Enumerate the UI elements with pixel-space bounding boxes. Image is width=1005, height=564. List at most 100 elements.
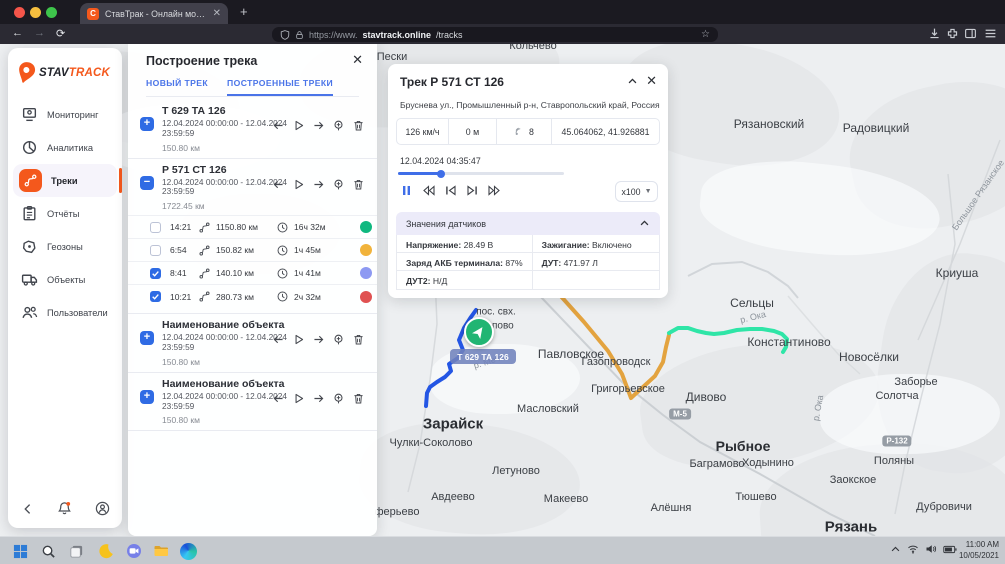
details-close-icon[interactable]: ✕	[646, 73, 657, 89]
sidebar-item-analytics[interactable]: Аналитика	[8, 131, 122, 164]
fast-rewind-button[interactable]	[422, 184, 435, 197]
file-explorer-icon[interactable]	[151, 541, 171, 561]
account-icon[interactable]	[95, 501, 110, 516]
play-icon[interactable]	[292, 119, 305, 132]
expand-toggle-icon[interactable]: +	[140, 117, 154, 131]
track-list-item[interactable]: +Наименование объекта12.04.2024 00:00:00…	[128, 373, 377, 432]
delete-track-icon[interactable]	[352, 392, 365, 405]
slider-knob[interactable]	[437, 170, 445, 178]
pause-button[interactable]	[400, 184, 413, 197]
sidebar-item-users[interactable]: Пользователи	[8, 296, 122, 329]
track-segment-row[interactable]: 6:54150.82 км1ч 45м	[128, 239, 377, 262]
tab-close-icon[interactable]: ✕	[213, 9, 221, 19]
step-forward-icon[interactable]	[312, 119, 325, 132]
panel-close-icon[interactable]: ✕	[352, 52, 363, 68]
playback-slider[interactable]	[398, 172, 564, 175]
step-forward-icon[interactable]	[312, 178, 325, 191]
download-icon[interactable]	[928, 27, 941, 40]
play-icon[interactable]	[292, 392, 305, 405]
expand-toggle-icon[interactable]: +	[140, 331, 154, 345]
step-back-icon[interactable]	[272, 119, 285, 132]
route-icon	[198, 267, 211, 280]
wifi-icon[interactable]	[907, 543, 919, 555]
sensors-chevron-up-icon[interactable]	[639, 218, 650, 229]
notifications-bell-icon[interactable]	[57, 501, 72, 516]
window-minimize-button[interactable]	[30, 7, 41, 18]
track-list: +Т 629 ТА 12612.04.2024 00:00:00 - 12.04…	[128, 100, 377, 431]
segment-checkbox[interactable]	[150, 291, 161, 302]
locate-on-map-icon[interactable]	[332, 178, 345, 191]
step-forward-icon[interactable]	[312, 392, 325, 405]
window-zoom-button[interactable]	[46, 7, 57, 18]
sensors-section-header[interactable]: Значения датчиков	[396, 212, 660, 235]
track-segment-row[interactable]: 14:211150.80 км16ч 32м	[128, 216, 377, 239]
forward-button[interactable]: →	[34, 27, 45, 39]
track-list-item[interactable]: +Т 629 ТА 12612.04.2024 00:00:00 - 12.04…	[128, 100, 377, 159]
sidebar-panel-icon[interactable]	[964, 27, 977, 40]
collapse-chevron-icon[interactable]	[627, 76, 638, 87]
extensions-icon[interactable]	[946, 27, 959, 40]
chat-app-icon[interactable]	[124, 541, 144, 561]
expand-toggle-icon[interactable]: −	[140, 176, 154, 190]
track-segment-row[interactable]: 10:21280.73 км2ч 32м	[128, 285, 377, 308]
collapse-sidebar-icon[interactable]	[20, 502, 34, 516]
step-forward-button[interactable]	[466, 184, 479, 197]
browser-tab[interactable]: С СтавТрак - Онлайн мониторин ✕	[80, 3, 228, 24]
expand-toggle-icon[interactable]: +	[140, 390, 154, 404]
lock-icon[interactable]	[295, 30, 304, 40]
step-back-icon[interactable]	[272, 333, 285, 346]
segment-checkbox[interactable]	[150, 222, 161, 233]
tab-title: СтавТрак - Онлайн мониторин	[105, 9, 207, 19]
delete-track-icon[interactable]	[352, 333, 365, 346]
edge-browser-icon[interactable]	[178, 541, 198, 561]
step-forward-icon[interactable]	[312, 333, 325, 346]
play-icon[interactable]	[292, 178, 305, 191]
reload-button[interactable]: ⟳	[56, 27, 65, 40]
tray-chevron-icon[interactable]	[890, 544, 901, 555]
map-label: Радовицкий	[843, 121, 910, 135]
new-tab-button[interactable]: +	[240, 4, 248, 19]
segment-checkbox[interactable]	[150, 268, 161, 279]
window-close-button[interactable]	[14, 7, 25, 18]
sidebar-item-tracks[interactable]: Треки	[13, 164, 117, 197]
moon-app-icon[interactable]	[96, 541, 116, 561]
url-bar[interactable]: https://www.stavtrack.online/tracks ☆	[272, 27, 718, 42]
tab-new-track[interactable]: НОВЫЙ ТРЕК	[146, 78, 208, 96]
track-list-item[interactable]: +Наименование объекта12.04.2024 00:00:00…	[128, 314, 377, 373]
browser-tab-bar: С СтавТрак - Онлайн мониторин ✕ +	[0, 0, 1005, 24]
playback-timestamp: 12.04.2024 04:35:47	[400, 156, 481, 166]
menu-icon[interactable]	[984, 27, 997, 40]
step-back-icon[interactable]	[272, 178, 285, 191]
track-segment-row[interactable]: 8:41140.10 км1ч 41м	[128, 262, 377, 285]
locate-on-map-icon[interactable]	[332, 392, 345, 405]
sidebar-item-reports[interactable]: Отчёты	[8, 197, 122, 230]
shield-icon[interactable]	[280, 30, 290, 40]
bookmark-star-icon[interactable]: ☆	[701, 29, 710, 40]
fast-forward-button[interactable]	[488, 184, 501, 197]
locate-on-map-icon[interactable]	[332, 333, 345, 346]
sidebar-item-monitoring[interactable]: Мониторинг	[8, 98, 122, 131]
step-back-button[interactable]	[444, 184, 457, 197]
start-button[interactable]	[10, 541, 30, 561]
vehicle-marker[interactable]	[464, 317, 494, 347]
locate-on-map-icon[interactable]	[332, 119, 345, 132]
search-icon[interactable]	[38, 541, 58, 561]
sidebar-item-objects[interactable]: Объекты	[8, 263, 122, 296]
sidebar-item-geozones[interactable]: Геозоны	[8, 230, 122, 263]
vehicle-label-badge[interactable]: Т 629 ТА 126	[450, 349, 516, 364]
delete-track-icon[interactable]	[352, 119, 365, 132]
track-list-item[interactable]: −Р 571 СТ 12612.04.2024 00:00:00 - 12.04…	[128, 159, 377, 315]
map-label: Павловское	[538, 347, 604, 361]
play-icon[interactable]	[292, 333, 305, 346]
step-back-icon[interactable]	[272, 392, 285, 405]
tab-built-tracks[interactable]: ПОСТРОЕННЫЕ ТРЕКИ	[227, 78, 333, 96]
volume-icon[interactable]	[925, 543, 937, 555]
taskbar-clock[interactable]: 11:00 AM 10/05/2021	[959, 540, 999, 561]
battery-icon[interactable]	[943, 544, 957, 555]
delete-track-icon[interactable]	[352, 178, 365, 191]
segment-checkbox[interactable]	[150, 245, 161, 256]
back-button[interactable]: ←	[12, 27, 23, 39]
app-logo[interactable]: STAVTRACK	[16, 61, 110, 85]
task-view-icon[interactable]	[66, 541, 86, 561]
playback-speed-select[interactable]: x100▼	[615, 181, 658, 202]
